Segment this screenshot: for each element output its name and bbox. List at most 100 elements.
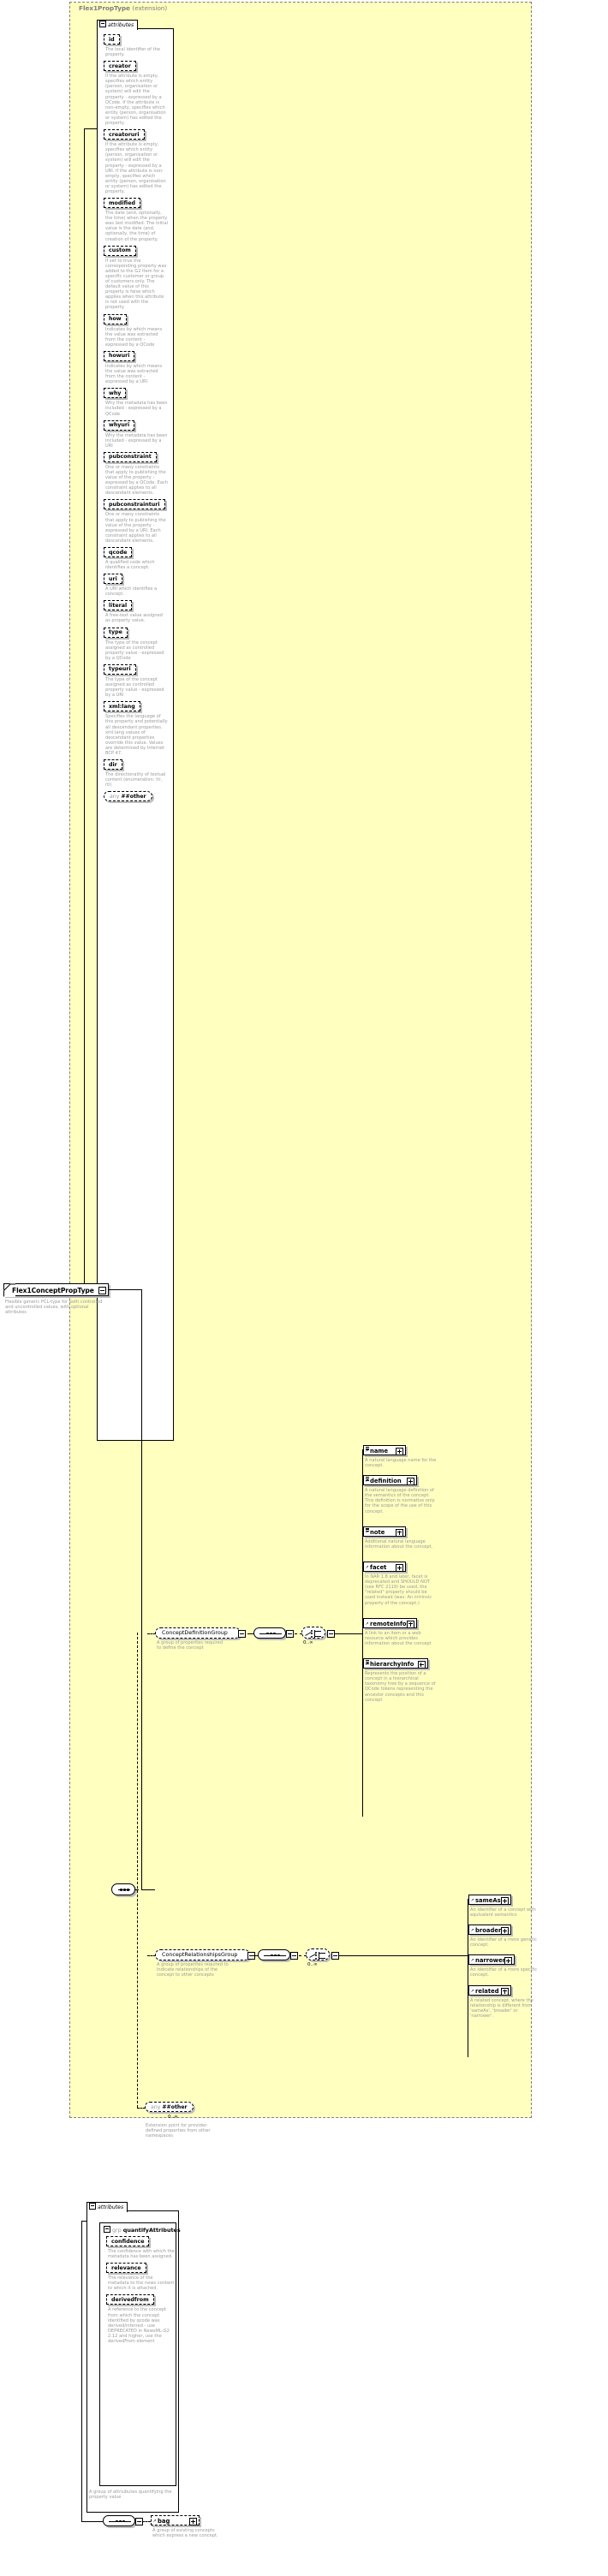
- any-attribute-namespace: ##other: [121, 793, 146, 800]
- attribute-how[interactable]: how: [104, 313, 127, 324]
- attribute-uri[interactable]: uri: [104, 574, 122, 585]
- element-related[interactable]: ↗ related: [468, 1984, 512, 1996]
- element-hierarchyInfo[interactable]: ↗ hierarchyInfo: [363, 1658, 428, 1669]
- seq-bag-expander-icon[interactable]: [135, 2518, 143, 2525]
- quantify-attribute-confidence[interactable]: confidence: [106, 2236, 150, 2246]
- element-note-expander-icon[interactable]: [396, 1528, 403, 1537]
- choice-def-expander-icon[interactable]: [327, 1630, 335, 1638]
- quantify-attribute-derivedfrom[interactable]: derivedfrom: [106, 2294, 154, 2305]
- element-remoteInfo-description: A link to an item or a web resource whic…: [365, 1630, 432, 1646]
- element-sameAs-expander-icon[interactable]: [501, 1897, 509, 1905]
- element-bag[interactable]: ↗ bag: [151, 2515, 200, 2525]
- element-narrower-label: narrower: [475, 1957, 506, 1965]
- attribute-uri-description: A URI which identifies a concept.: [105, 586, 158, 598]
- element-remoteInfo-expander-icon[interactable]: [407, 1620, 414, 1628]
- attribute-howuri-description: Indicates by which means the value was e…: [105, 363, 163, 385]
- quantify-attribute-confidence-description: The confidence with which the metadata h…: [108, 2249, 175, 2260]
- element-broader[interactable]: ↗ broader: [468, 1925, 512, 1936]
- element-bag-expander-icon[interactable]: [189, 2518, 197, 2525]
- element-definition-connector: [362, 1480, 363, 1482]
- element-definition-expander-icon[interactable]: [407, 1478, 414, 1486]
- bottom-spine-bag: [81, 2521, 103, 2522]
- any-attribute-keyword: any: [110, 793, 120, 800]
- attribute-howuri[interactable]: howuri: [104, 350, 135, 361]
- attribute-custom-description: If set to true the corresponding propert…: [105, 258, 167, 311]
- attribute-custom[interactable]: custom: [104, 245, 136, 256]
- group-conceptdefinitiongroup-expander-icon[interactable]: [237, 1630, 246, 1638]
- attributes-label: attributes: [108, 22, 134, 28]
- attribute-whyuri[interactable]: whyuri: [104, 419, 135, 431]
- quantify-attribute-list: confidence The confidence with which the …: [106, 2236, 175, 2347]
- element-related-expander-icon[interactable]: [501, 1987, 510, 1996]
- element-narrower-expander-icon[interactable]: [504, 1957, 513, 1966]
- group-conceptrelationshipsgroup-label: ConceptRelationshipsGroup: [162, 1951, 238, 1958]
- attribute-id-description: The local identifier of the property.: [105, 47, 160, 58]
- element-facet-connector: [362, 1567, 363, 1568]
- element-name-connector: [362, 1450, 363, 1451]
- quantify-group-header[interactable]: grp quantifyAttributes: [104, 2226, 181, 2234]
- element-definition[interactable]: ↗ definition: [363, 1475, 417, 1486]
- attribute-xml-lang[interactable]: xml:lang: [104, 701, 140, 712]
- element-name[interactable]: ↗ name: [363, 1445, 406, 1455]
- element-note-label: note: [370, 1528, 385, 1536]
- element-note[interactable]: ↗ note: [363, 1526, 406, 1537]
- collapse-minus-icon[interactable]: [99, 21, 106, 27]
- element-facet[interactable]: ↗ facet: [363, 1562, 406, 1573]
- element-sameAs[interactable]: ↗ sameAs: [468, 1895, 511, 1905]
- collapse-minus-icon-grp[interactable]: [104, 2226, 110, 2233]
- collapse-minus-icon-bottom[interactable]: [89, 2203, 96, 2210]
- any-attribute-box[interactable]: any ##other: [104, 791, 152, 802]
- element-narrower[interactable]: ↗ narrower: [468, 1954, 516, 1966]
- any-element-namespace: ##other: [162, 2103, 188, 2110]
- element-remoteInfo-connector: [362, 1622, 363, 1624]
- seq-def-expander-icon[interactable]: [286, 1630, 294, 1638]
- element-broader-description: An identifier of a more generic concept.: [470, 1937, 537, 1948]
- root-connector-vline: [141, 1289, 142, 1890]
- element-broader-expander-icon[interactable]: [501, 1927, 510, 1936]
- group-conceptrelationshipsgroup[interactable]: ConceptRelationshipsGroup: [155, 1949, 256, 1960]
- choice-connector-def[interactable]: [301, 1627, 325, 1639]
- element-hierarchyInfo-expander-icon[interactable]: [417, 1661, 426, 1669]
- element-hierarchyInfo-label: hierarchyInfo: [370, 1661, 414, 1669]
- root-type-box[interactable]: Flex1ConceptPropType: [3, 1283, 109, 1297]
- group-conceptrelationshipsgroup-expander-icon[interactable]: [247, 1952, 256, 1960]
- group-conceptdefinitiongroup-label: ConceptDefinitionGroup: [162, 1629, 228, 1636]
- sequence-connector-bag[interactable]: [103, 2515, 135, 2526]
- cardinality-any-element: 0..∞: [168, 2115, 178, 2120]
- element-broader-label: broader: [475, 1927, 502, 1935]
- choice-connector-root[interactable]: [111, 1883, 135, 1895]
- element-remoteInfo[interactable]: ↗ remoteInfo: [363, 1617, 417, 1628]
- element-name-description: A natural language name for the concept.: [365, 1458, 437, 1469]
- choice-connector-rel[interactable]: [306, 1948, 330, 1960]
- attribute-creatoruri[interactable]: creatoruri: [104, 129, 145, 140]
- attribute-modified[interactable]: modified: [104, 198, 140, 209]
- attribute-pubconstraint-description: One or many constraints that apply to pu…: [105, 464, 168, 497]
- group-conceptdefinitiongroup[interactable]: ConceptDefinitionGroup: [155, 1627, 246, 1639]
- element-facet-expander-icon[interactable]: [396, 1564, 403, 1573]
- attribute-why[interactable]: why: [104, 388, 127, 399]
- choice-rel-expander-icon[interactable]: [331, 1952, 339, 1960]
- bottom-spine-top: [81, 2221, 87, 2222]
- attribute-pubconstrainturi[interactable]: pubconstrainturi: [104, 499, 165, 510]
- attributes-header-main[interactable]: attributes: [97, 20, 139, 30]
- element-name-expander-icon[interactable]: [396, 1448, 403, 1455]
- attribute-type[interactable]: type: [104, 627, 128, 638]
- attribute-literal-description: A free-text value assigned as property v…: [105, 613, 163, 624]
- element-bag-label: bag: [158, 2518, 170, 2525]
- attribute-typeuri[interactable]: typeuri: [104, 663, 136, 675]
- attribute-pubconstraint[interactable]: pubconstraint: [104, 451, 157, 462]
- attribute-dir[interactable]: dir: [104, 759, 122, 770]
- group-def-dash-connector: [147, 1633, 156, 1634]
- attribute-creator[interactable]: creator: [104, 61, 136, 72]
- group-rel-dash-connector: [147, 1954, 156, 1956]
- sequence-connector-rel[interactable]: [258, 1949, 290, 1960]
- attribute-qcode[interactable]: qcode: [104, 547, 133, 557]
- root-type-expander-icon[interactable]: [98, 1287, 106, 1294]
- attribute-id[interactable]: id: [104, 34, 120, 45]
- seq-rel-expander-icon[interactable]: [290, 1952, 298, 1960]
- attribute-literal[interactable]: literal: [104, 600, 133, 611]
- quantify-attribute-relevance[interactable]: relevance: [106, 2263, 146, 2274]
- any-element-box[interactable]: any ##other: [145, 2102, 194, 2112]
- sequence-connector-def[interactable]: [253, 1627, 286, 1639]
- attributes-header-bottom[interactable]: attributes: [86, 2202, 128, 2212]
